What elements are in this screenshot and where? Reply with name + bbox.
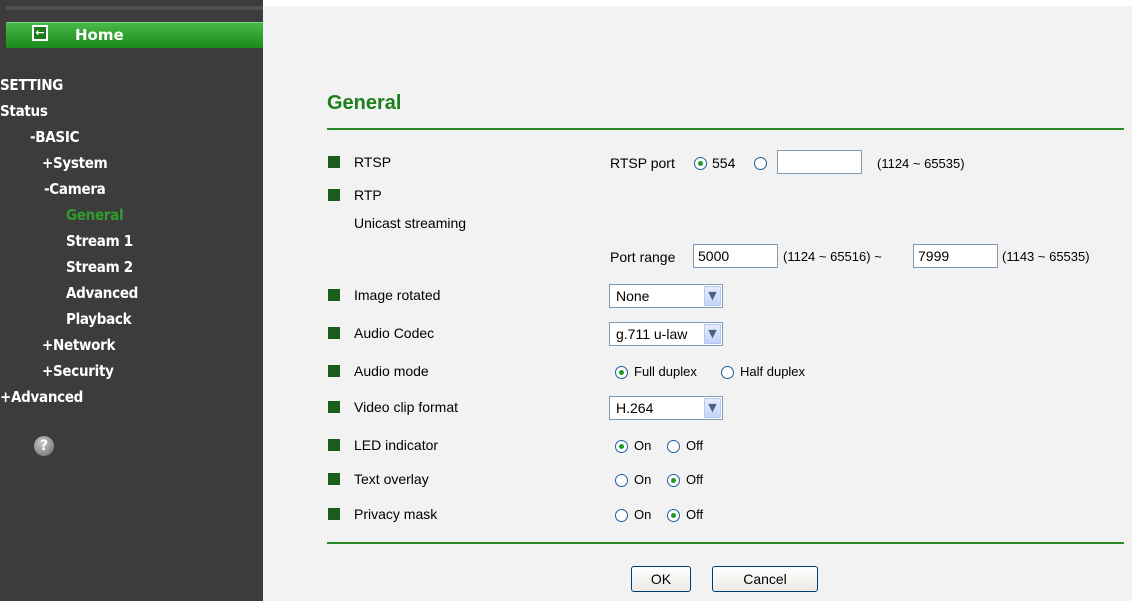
video-clip-value: H.264 [616,400,654,416]
text-overlay-on-label: On [634,472,652,487]
port-range-end-input[interactable]: 7999 [913,244,998,268]
rtsp-port-input[interactable] [777,150,862,174]
sidebar-top-bar [6,6,263,10]
chevron-down-icon: ▼ [704,398,721,418]
nav-playback[interactable]: Playback [66,310,132,328]
text-overlay-label: Text overlay [354,471,429,487]
port-range-start-range: (1124 ~ 65516) ~ [783,249,882,264]
rtp-label: RTP [354,187,382,203]
footer-divider [327,542,1124,544]
led-on-radio[interactable] [615,440,628,453]
nav-camera-advanced[interactable]: Advanced [66,284,138,302]
rtp-bullet [328,189,340,201]
home-button[interactable]: ← Home [6,22,263,48]
led-on-label: On [634,438,652,453]
video-clip-bullet [328,401,340,413]
rtsp-bullet [328,156,340,168]
audio-mode-half-label: Half duplex [740,364,806,379]
home-label: Home [75,26,124,44]
port-range-label: Port range [610,249,676,265]
ok-button[interactable]: OK [631,566,691,592]
image-rotated-select[interactable]: None ▼ [609,284,723,308]
led-off-radio[interactable] [667,440,680,453]
help-icon[interactable]: ? [34,436,54,456]
chevron-down-icon: ▼ [704,286,721,306]
audio-codec-label: Audio Codec [354,325,435,341]
main-content: General RTSP RTSP port 554 (1124 ~ 65535… [263,0,1132,601]
image-rotated-label: Image rotated [354,287,441,303]
nav-basic[interactable]: -BASIC [30,128,79,146]
chevron-down-icon: ▼ [704,324,721,344]
text-overlay-off-radio[interactable] [667,474,680,487]
nav-general[interactable]: General [66,206,124,224]
nav-advanced[interactable]: +Advanced [0,388,83,406]
title-divider [327,128,1124,130]
rtsp-port-default-radio[interactable] [694,157,707,170]
cancel-button[interactable]: Cancel [712,566,818,592]
privacy-mask-on-label: On [634,507,652,522]
led-off-label: Off [686,438,704,453]
audio-mode-full-radio[interactable] [615,366,628,379]
page-title: General [327,92,402,114]
video-clip-select[interactable]: H.264 ▼ [609,396,723,420]
nav-stream-1[interactable]: Stream 1 [66,232,133,250]
led-indicator-label: LED indicator [354,437,439,453]
port-range-end-range: (1143 ~ 65535) [1002,249,1090,264]
privacy-mask-label: Privacy mask [354,506,438,522]
sidebar: ← Home SETTING Status -BASIC +System -Ca… [0,0,263,601]
audio-codec-bullet [328,327,340,339]
port-range-start-input[interactable]: 5000 [693,244,778,268]
audio-mode-bullet [328,365,340,377]
audio-codec-value: g.711 u-law [616,326,688,342]
video-clip-label: Video clip format [354,399,459,415]
rtsp-port-default-label: 554 [712,155,736,171]
back-arrow-icon: ← [32,25,48,41]
privacy-mask-on-radio[interactable] [615,509,628,522]
nav-system[interactable]: +System [42,154,108,172]
audio-mode-half-radio[interactable] [721,366,734,379]
text-overlay-on-radio[interactable] [615,474,628,487]
rtsp-port-label: RTSP port [610,155,675,171]
nav-stream-2[interactable]: Stream 2 [66,258,133,276]
rtsp-label: RTSP [354,154,392,170]
top-strip [263,0,1132,6]
audio-mode-label: Audio mode [354,363,429,379]
privacy-mask-bullet [328,508,340,520]
nav-security[interactable]: +Security [42,362,114,380]
image-rotated-value: None [616,288,650,304]
rtp-unicast-label: Unicast streaming [354,215,467,231]
privacy-mask-off-label: Off [686,507,704,522]
privacy-mask-off-radio[interactable] [667,509,680,522]
led-indicator-bullet [328,439,340,451]
nav-status[interactable]: Status [0,102,48,120]
rtsp-port-range: (1124 ~ 65535) [877,156,965,171]
image-rotated-bullet [328,289,340,301]
text-overlay-bullet [328,473,340,485]
audio-codec-select[interactable]: g.711 u-law ▼ [609,322,723,346]
nav-setting[interactable]: SETTING [0,76,63,94]
rtsp-port-custom-radio[interactable] [754,157,767,170]
text-overlay-off-label: Off [686,472,704,487]
audio-mode-full-label: Full duplex [634,364,697,379]
nav-network[interactable]: +Network [42,336,115,354]
nav-camera[interactable]: -Camera [44,180,106,198]
